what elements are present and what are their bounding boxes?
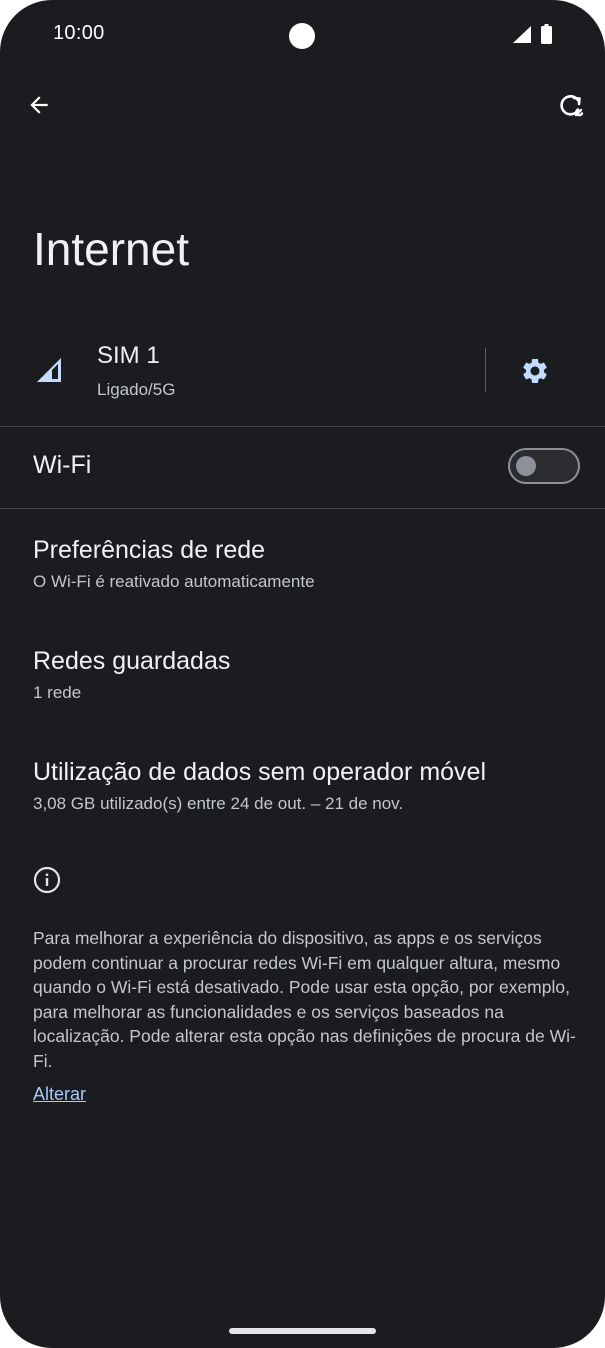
toggle-thumb [516,456,536,476]
change-link[interactable]: Alterar [33,1084,86,1105]
camera-cutout [289,23,315,49]
status-time: 10:00 [53,22,105,44]
divider [0,508,605,509]
wifi-row[interactable]: Wi-Fi [0,427,605,508]
list-item-subtitle: 3,08 GB utilizado(s) entre 24 de out. – … [33,794,404,813]
list-item-network-preferences[interactable]: Preferências de rede O Wi-Fi é reativado… [0,536,605,606]
list-item-subtitle: O Wi-Fi é reativado automaticamente [33,572,315,591]
list-item-subtitle: 1 rede [33,683,82,702]
gear-icon [523,359,547,383]
list-item-title: Preferências de rede [33,536,266,564]
list-item-title: Redes guardadas [33,647,231,675]
wifi-scanning-info: Para melhorar a experiência do dispositi… [33,928,576,1071]
navigation-handle[interactable] [229,1328,376,1334]
sim-name: SIM 1 [97,342,160,369]
battery-icon [541,24,552,44]
sim-status: Ligado/5G [97,380,176,399]
arrow-back-icon [30,96,48,114]
status-bar: 10:00 [0,0,605,70]
info-icon [33,866,61,894]
divider [485,348,486,392]
wifi-label: Wi-Fi [33,451,92,479]
phone-screen: 10:00 Internet SIM 1 Ligado/5G Wi-Fi Pre… [0,0,605,1348]
list-item-title: Utilização de dados sem operador móvel [33,758,487,786]
wifi-toggle[interactable] [508,448,580,484]
cell-signal-icon [513,26,531,43]
signal-icon [37,358,61,382]
network-reset-icon [560,95,584,117]
network-reset-button[interactable] [554,88,590,124]
list-item-data-usage[interactable]: Utilização de dados sem operador móvel 3… [0,758,605,828]
sim-card-item[interactable]: SIM 1 Ligado/5G [0,330,605,426]
list-item-saved-networks[interactable]: Redes guardadas 1 rede [0,647,605,717]
sim-settings-button[interactable] [516,352,554,390]
page-title: Internet [33,223,189,275]
back-button[interactable] [22,88,56,122]
